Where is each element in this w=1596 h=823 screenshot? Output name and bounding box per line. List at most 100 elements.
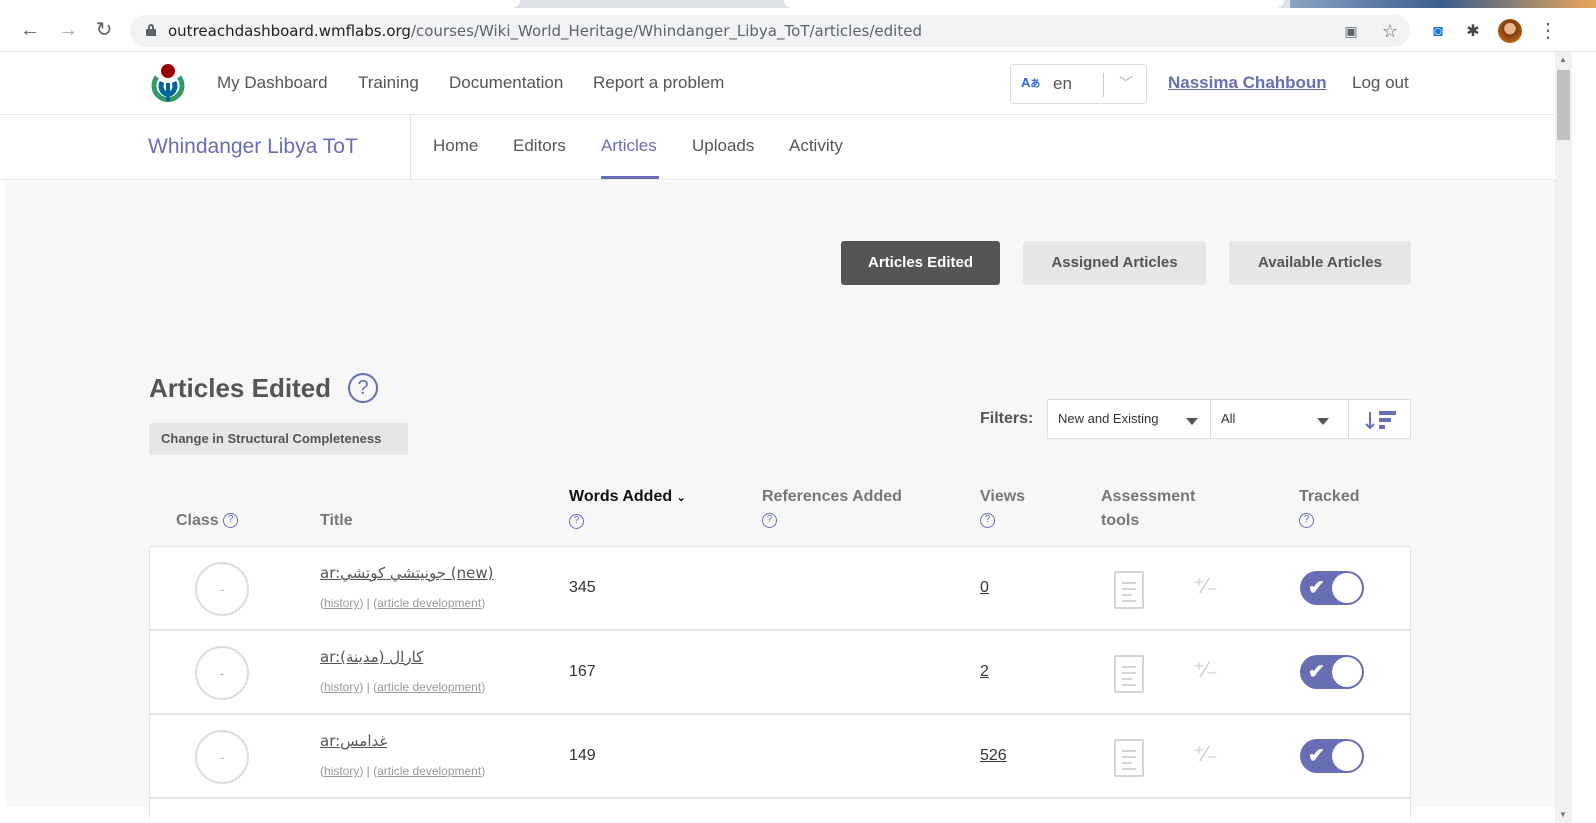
tracked-toggle[interactable]: ✔ (1300, 571, 1364, 605)
table-row (149, 798, 1411, 818)
article-development-link[interactable]: article development (377, 764, 481, 778)
translate-icon[interactable]: ▣ (1341, 21, 1361, 41)
new-existing-filter[interactable]: New and Existing (1047, 399, 1211, 439)
browser-toolbar: ← → ↻ outreachdashboard.wmflabs.org/cour… (0, 0, 1596, 52)
help-icon[interactable]: ? (762, 513, 777, 529)
views-link[interactable]: 526 (980, 747, 1007, 765)
article-development-link[interactable]: article development (377, 596, 481, 610)
document-icon[interactable] (1114, 655, 1144, 693)
column-words-added[interactable]: Words Added ⌄? (569, 485, 686, 534)
tab-activity[interactable]: Activity (789, 136, 843, 156)
article-sublinks: (history) | (article development) (320, 680, 486, 694)
puzzle-icon[interactable]: ✱ (1463, 22, 1483, 42)
scroll-up-icon[interactable]: ▲ (1559, 55, 1567, 64)
logout-link[interactable]: Log out (1352, 73, 1409, 93)
screen-capture-icon[interactable]: ◙ (1428, 22, 1448, 42)
tab-uploads[interactable]: Uploads (692, 136, 754, 156)
words-added-value: 167 (569, 663, 596, 680)
column-references-added-label: References Added (762, 488, 902, 505)
language-icon: Aあ (1021, 75, 1041, 90)
column-assessment-label: Assessment (1101, 488, 1196, 505)
nav-documentation[interactable]: Documentation (449, 73, 563, 93)
caret-down-icon (1317, 418, 1329, 425)
kebab-menu-icon[interactable]: ⋮ (1538, 18, 1558, 43)
help-icon[interactable]: ? (1299, 513, 1314, 529)
scroll-down-icon[interactable]: ▼ (1559, 810, 1567, 819)
structural-completeness-chip[interactable]: Change in Structural Completeness (149, 423, 408, 455)
sort-button[interactable] (1348, 399, 1411, 439)
check-icon: ✔ (1308, 577, 1325, 599)
browser-tab[interactable] (784, 0, 1284, 8)
tracked-toggle[interactable]: ✔ (1300, 739, 1364, 773)
nav-my-dashboard[interactable]: My Dashboard (217, 73, 328, 93)
help-icon[interactable]: ? (569, 514, 584, 530)
namespace-filter[interactable]: All (1210, 399, 1349, 439)
history-link[interactable]: history (324, 680, 359, 694)
articles-edited-button[interactable]: Articles Edited (841, 241, 1000, 285)
help-icon[interactable]: ? (980, 513, 995, 529)
column-tracked: Tracked? (1299, 485, 1359, 533)
active-tab-indicator (601, 176, 659, 179)
check-icon: ✔ (1308, 745, 1325, 767)
words-added-value: 345 (569, 579, 596, 596)
chevron-down-icon[interactable]: ﹀ (1119, 73, 1133, 93)
profile-avatar[interactable] (1498, 19, 1522, 43)
diff-icon[interactable]: ⁺∕₋ (1193, 741, 1218, 767)
tab-articles[interactable]: Articles (601, 136, 657, 156)
new-tag: (new) (446, 564, 494, 582)
help-icon[interactable]: ? (223, 513, 239, 529)
course-title[interactable]: Whindanger Libya ToT (148, 135, 358, 159)
history-link[interactable]: history (324, 764, 359, 778)
scroll-thumb[interactable] (1557, 70, 1570, 140)
words-added-value: 149 (569, 747, 596, 764)
nav-training[interactable]: Training (358, 73, 419, 93)
course-navbar: Whindanger Libya ToT Home Editors Articl… (0, 115, 1555, 180)
column-class[interactable]: Class ? (176, 509, 239, 533)
tab-strip (0, 0, 1596, 8)
views-link[interactable]: 0 (980, 579, 989, 597)
forward-arrow-icon[interactable]: → (56, 18, 80, 42)
browser-tab[interactable] (1290, 0, 1596, 8)
caret-down-icon (1186, 418, 1198, 425)
reload-icon[interactable]: ↻ (92, 18, 116, 42)
tracked-toggle[interactable]: ✔ (1300, 655, 1364, 689)
address-bar[interactable]: outreachdashboard.wmflabs.org/courses/Wi… (130, 15, 1410, 47)
diff-icon[interactable]: ⁺∕₋ (1193, 573, 1218, 599)
article-development-link[interactable]: article development (377, 680, 481, 694)
column-title[interactable]: Title (320, 509, 353, 533)
available-articles-button[interactable]: Available Articles (1229, 241, 1411, 285)
nav-divider (410, 115, 411, 180)
assigned-articles-button[interactable]: Assigned Articles (1023, 241, 1206, 285)
tab-home[interactable]: Home (433, 136, 478, 156)
back-arrow-icon[interactable]: ← (18, 18, 42, 42)
diff-icon[interactable]: ⁺∕₋ (1193, 657, 1218, 683)
article-title-link[interactable]: ar:غدامس (320, 732, 387, 750)
history-link[interactable]: history (324, 596, 359, 610)
tab-editors[interactable]: Editors (513, 136, 566, 156)
check-icon: ✔ (1308, 661, 1325, 683)
url-text[interactable]: outreachdashboard.wmflabs.org/courses/Wi… (168, 22, 922, 40)
browser-tab[interactable] (0, 0, 520, 8)
nav-report-problem[interactable]: Report a problem (593, 73, 724, 93)
column-class-label: Class (176, 512, 219, 529)
page-scrollbar[interactable]: ▲ ▼ (1555, 52, 1572, 823)
column-views[interactable]: Views? (980, 485, 1025, 533)
views-link[interactable]: 2 (980, 663, 989, 681)
star-icon[interactable]: ☆ (1380, 21, 1400, 41)
column-references-added[interactable]: References Added? (762, 485, 902, 533)
class-badge: - (195, 646, 249, 700)
article-title-link[interactable]: ar:كارال (مدينة) (320, 648, 423, 666)
wikimedia-logo[interactable] (148, 63, 188, 103)
article-title: ar:غدامس (320, 732, 388, 750)
help-icon[interactable]: ? (348, 373, 378, 403)
filters-label: Filters: (980, 410, 1034, 427)
user-link[interactable]: Nassima Chahboun (1168, 73, 1327, 93)
article-title-link[interactable]: ar:جونيتشي كوتشي (new) (320, 564, 494, 582)
table-row: - ar:جونيتشي كوتشي (new) (history) | (ar… (149, 546, 1411, 630)
lock-icon (146, 24, 156, 36)
document-icon[interactable] (1114, 739, 1144, 777)
select-divider (1103, 73, 1104, 97)
column-views-label: Views (980, 488, 1026, 505)
document-icon[interactable] (1114, 571, 1144, 609)
language-select[interactable]: Aあ en ﹀ (1010, 64, 1147, 104)
